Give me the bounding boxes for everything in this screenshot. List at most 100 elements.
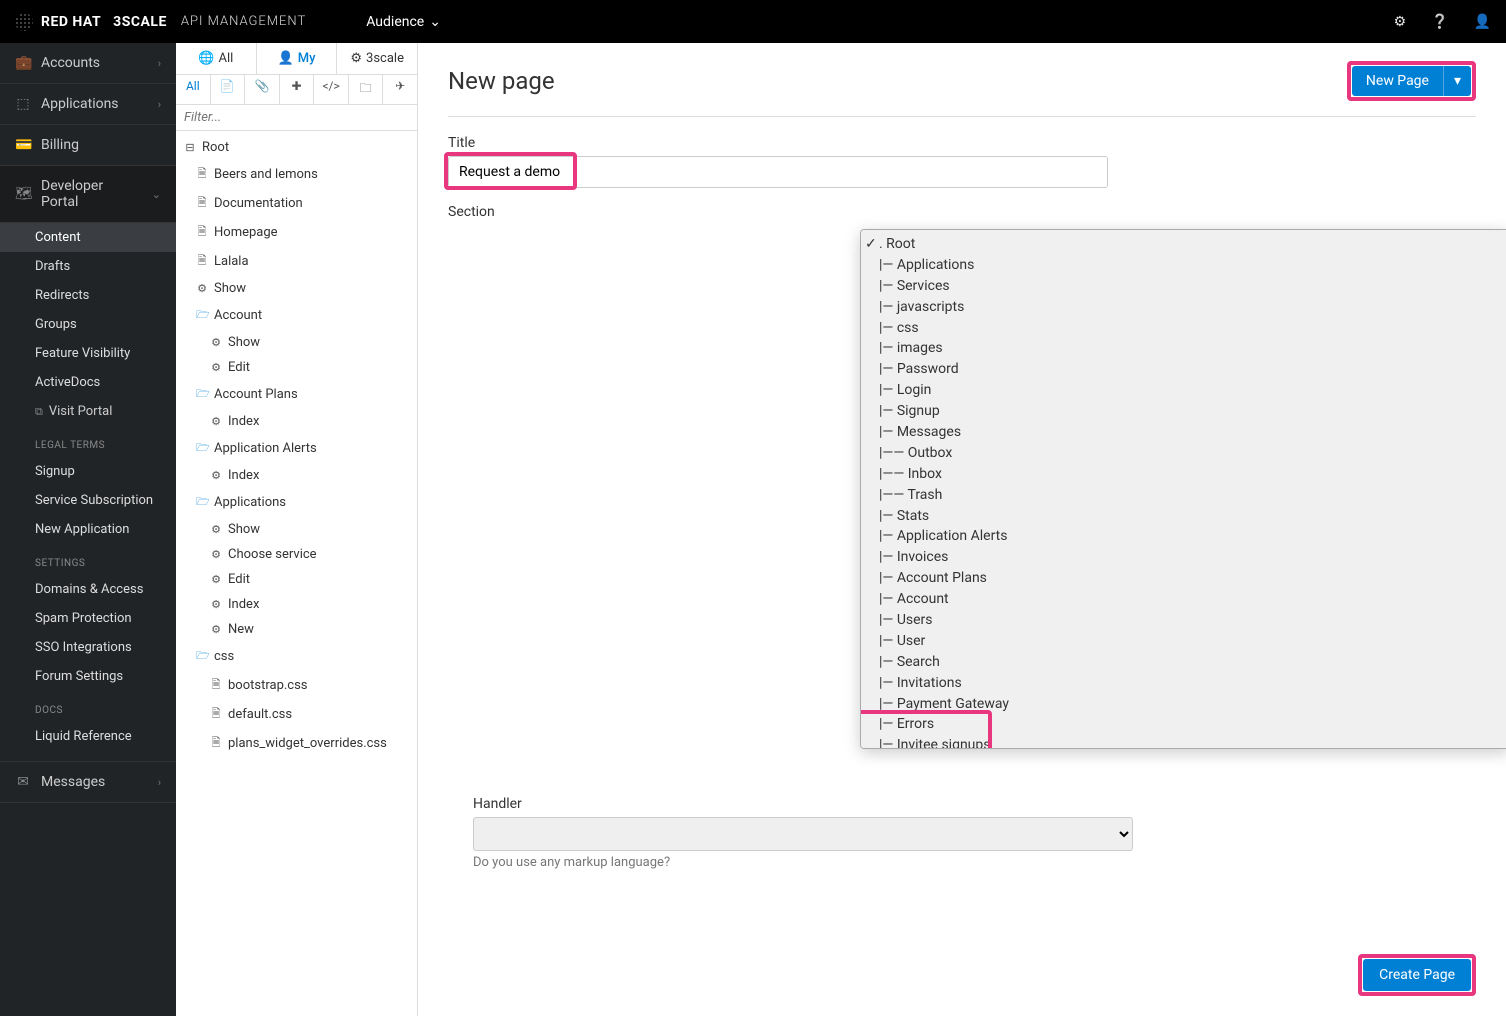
filter-code-icon[interactable]: </> <box>314 75 349 104</box>
nav-messages[interactable]: ✉Messages› <box>0 761 176 803</box>
section-option[interactable]: |— Stats <box>861 506 1506 527</box>
tree-node[interactable]: 🗎bootstrap.css <box>176 671 417 700</box>
sidebar-item-forum-settings[interactable]: Forum Settings <box>0 662 176 691</box>
visit-portal-link[interactable]: ⧉Visit Portal <box>0 397 176 426</box>
sidebar-item-content[interactable]: Content <box>0 223 176 252</box>
filter-folder-icon[interactable]: 🗀 <box>349 75 384 104</box>
sidebar-item-groups[interactable]: Groups <box>0 310 176 339</box>
filter-pin-icon[interactable]: ✈ <box>383 75 417 104</box>
tree-node[interactable]: 🗎default.css <box>176 700 417 729</box>
section-option[interactable]: |—— Outbox <box>861 443 1506 464</box>
file-icon: 🗎 <box>210 734 222 753</box>
section-dropdown-panel: . Root|— Applications|— Services|— javas… <box>860 229 1506 749</box>
create-page-button[interactable]: Create Page <box>1363 959 1471 991</box>
tree-node[interactable]: ⚙Index <box>176 463 417 488</box>
section-option[interactable]: |— Users <box>861 610 1506 631</box>
section-option[interactable]: |— Errors <box>861 714 1506 735</box>
section-option[interactable]: |— Account <box>861 589 1506 610</box>
gear-icon: ⚙ <box>210 523 222 536</box>
section-option[interactable]: |— Account Plans <box>861 568 1506 589</box>
filter-all-btn[interactable]: All <box>176 75 211 104</box>
filter-attachment-icon[interactable]: 📎 <box>245 75 280 104</box>
nav-accounts[interactable]: 💼Accounts› <box>0 43 176 84</box>
nav-applications[interactable]: ⬚Applications› <box>0 84 176 125</box>
tree-node[interactable]: 🗎Documentation <box>176 189 417 218</box>
section-option[interactable]: |— Applications <box>861 255 1506 276</box>
tree-node[interactable]: ⚙Show <box>176 330 417 355</box>
title-input[interactable] <box>448 156 1108 188</box>
tree-filter-input[interactable] <box>176 105 417 131</box>
tree-node[interactable]: ⚙New <box>176 617 417 642</box>
tree-label: Application Alerts <box>214 441 317 456</box>
section-option[interactable]: |— Application Alerts <box>861 526 1506 547</box>
tree-node[interactable]: 🗁Applications <box>176 488 417 517</box>
tree-label: bootstrap.css <box>228 678 308 693</box>
tree-node[interactable]: ⚙Index <box>176 592 417 617</box>
sidebar-item-activedocs[interactable]: ActiveDocs <box>0 368 176 397</box>
sidebar-item-redirects[interactable]: Redirects <box>0 281 176 310</box>
section-option[interactable]: |— Password <box>861 359 1506 380</box>
user-icon[interactable]: 👤 <box>1474 14 1491 30</box>
page-title: New page <box>448 67 555 95</box>
sidebar-item-new-application[interactable]: New Application <box>0 515 176 544</box>
tree-node[interactable]: ⚙Show <box>176 276 417 301</box>
sidebar-item-signup[interactable]: Signup <box>0 457 176 486</box>
tree-label: Edit <box>228 572 250 587</box>
tree-node[interactable]: ⚙Show <box>176 517 417 542</box>
section-option[interactable]: |— javascripts <box>861 297 1506 318</box>
section-option[interactable]: |—— Inbox <box>861 464 1506 485</box>
tree-node[interactable]: 🗁Account <box>176 301 417 330</box>
new-page-caret[interactable]: ▾ <box>1443 66 1471 96</box>
section-option[interactable]: |— Invoices <box>861 547 1506 568</box>
help-icon[interactable]: ❔ <box>1431 14 1448 30</box>
section-option[interactable]: |— Invitee signups <box>861 735 1506 749</box>
tree-node[interactable]: 🗎Beers and lemons <box>176 160 417 189</box>
filter-puzzle-icon[interactable]: ✚ <box>280 75 315 104</box>
section-option[interactable]: |— Search <box>861 652 1506 673</box>
sidebar-item-liquid-reference[interactable]: Liquid Reference <box>0 722 176 751</box>
section-option[interactable]: |— css <box>861 318 1506 339</box>
section-option[interactable]: . Root <box>861 234 1506 255</box>
section-option[interactable]: |— Signup <box>861 401 1506 422</box>
sidebar-item-drafts[interactable]: Drafts <box>0 252 176 281</box>
new-page-button[interactable]: New Page <box>1352 66 1443 96</box>
handler-select[interactable] <box>473 817 1133 851</box>
file-icon: 🗎 <box>196 223 208 242</box>
nav-label: Billing <box>41 137 161 153</box>
sidebar-item-sso-integrations[interactable]: SSO Integrations <box>0 633 176 662</box>
settings-header: Settings <box>0 544 176 575</box>
tree-node[interactable]: ⚙Edit <box>176 355 417 380</box>
sidebar-item-feature-visibility[interactable]: Feature Visibility <box>0 339 176 368</box>
tree-node[interactable]: ⚙Index <box>176 409 417 434</box>
tree-node[interactable]: 🗎Homepage <box>176 218 417 247</box>
section-option[interactable]: |— Services <box>861 276 1506 297</box>
tree-node[interactable]: ⊟Root <box>176 135 417 160</box>
tree-node[interactable]: 🗎Lalala <box>176 247 417 276</box>
tab-my[interactable]: 👤My <box>257 43 338 74</box>
audience-dropdown[interactable]: Audience ⌄ <box>366 14 441 30</box>
section-option[interactable]: |— Messages <box>861 422 1506 443</box>
sidebar-item-spam-protection[interactable]: Spam Protection <box>0 604 176 633</box>
tree-node[interactable]: ⚙Edit <box>176 567 417 592</box>
tree-node[interactable]: 🗁Application Alerts <box>176 434 417 463</box>
sidebar-item-domains-&-access[interactable]: Domains & Access <box>0 575 176 604</box>
section-option[interactable]: |— Login <box>861 380 1506 401</box>
nav-devportal[interactable]: 🗺Developer Portal⌄ <box>0 166 176 223</box>
tree-node[interactable]: 🗁css <box>176 642 417 671</box>
tab-3scale[interactable]: ⚙3scale <box>337 43 417 74</box>
section-option[interactable]: |—— Trash <box>861 485 1506 506</box>
sidebar-item-service-subscription[interactable]: Service Subscription <box>0 486 176 515</box>
chevron-right-icon: › <box>158 776 161 789</box>
tab-all[interactable]: 🌐All <box>176 43 257 74</box>
gear-icon[interactable]: ⚙ <box>1394 14 1407 30</box>
section-option[interactable]: |— User <box>861 631 1506 652</box>
section-option[interactable]: |— Invitations <box>861 673 1506 694</box>
tree-label: Edit <box>228 360 250 375</box>
tree-node[interactable]: 🗁Account Plans <box>176 380 417 409</box>
tree-node[interactable]: ⚙Choose service <box>176 542 417 567</box>
section-option[interactable]: |— images <box>861 338 1506 359</box>
filter-page-icon[interactable]: 📄 <box>211 75 246 104</box>
nav-billing[interactable]: 💳Billing <box>0 125 176 166</box>
tree-node[interactable]: 🗎plans_widget_overrides.css <box>176 729 417 758</box>
section-option[interactable]: |— Payment Gateway <box>861 694 1506 715</box>
